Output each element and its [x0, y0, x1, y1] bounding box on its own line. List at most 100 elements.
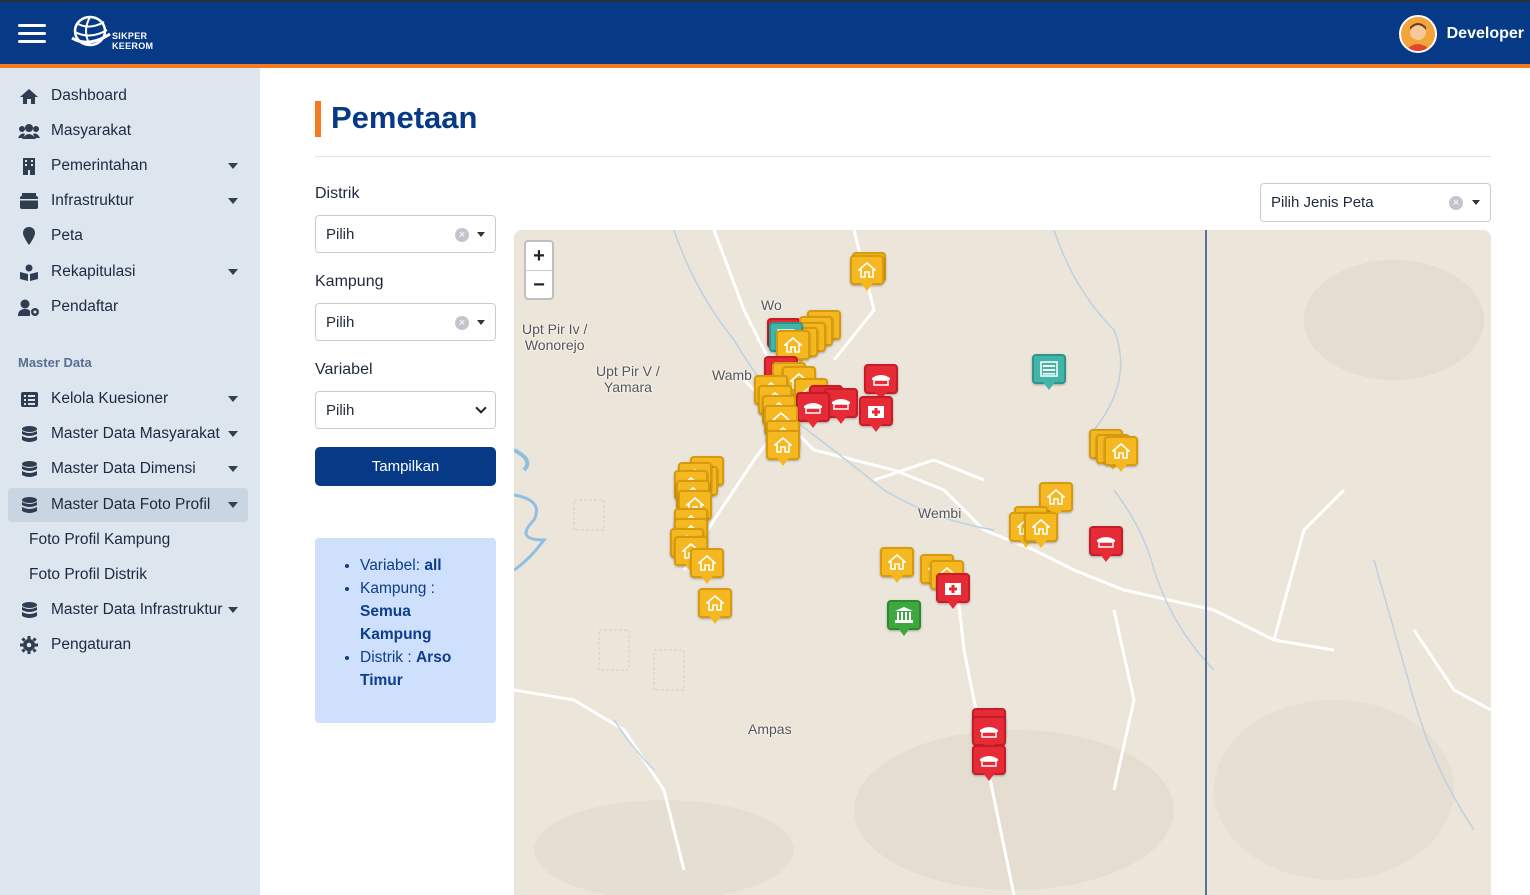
map-marker-house[interactable]	[1104, 436, 1138, 472]
marker-pointer	[891, 575, 903, 583]
sidebar-item-rekapitulasi[interactable]: Rekapitulasi	[8, 255, 248, 289]
sidebar-item-master-data-dimensi[interactable]: Master Data Dimensi	[8, 452, 248, 486]
clear-icon[interactable]: ×	[1449, 196, 1463, 210]
marker-pointer	[807, 420, 819, 428]
map-marker-health-facility[interactable]	[936, 573, 970, 609]
sidebar-item-masyarakat[interactable]: Masyarakat	[8, 114, 248, 148]
info-variabel: Variabel: all	[360, 554, 482, 577]
chevron-down-icon	[228, 269, 238, 275]
school-icon	[864, 364, 898, 394]
page-title: Pemetaan	[331, 100, 478, 135]
school-icon	[972, 716, 1006, 746]
info-distrik-label: Distrik :	[360, 649, 412, 666]
sidebar: Dashboard Masyarakat Pemerintahan Infras…	[0, 68, 260, 895]
variabel-select[interactable]: Pilih	[315, 391, 496, 429]
logo-line-2: KEEROM	[112, 41, 154, 51]
app-logo[interactable]: SIKPER KEEROM	[70, 14, 154, 54]
house-icon	[850, 255, 884, 285]
school-icon	[796, 392, 830, 422]
school-icon	[1089, 526, 1123, 556]
sidebar-item-kelola-kuesioner[interactable]: Kelola Kuesioner	[8, 382, 248, 416]
map[interactable]: + − Upt Pir Iv / Wonorejo Upt Pir V / Yama…	[514, 230, 1491, 895]
place-label: Wembi	[918, 505, 962, 521]
zoom-in-button[interactable]: +	[526, 242, 552, 270]
sidebar-item-label: Master Data Dimensi	[51, 460, 196, 477]
marker-pointer	[777, 458, 789, 466]
sidebar-item-label: Pemerintahan	[51, 157, 148, 174]
database-icon	[18, 425, 40, 443]
clear-icon[interactable]: ×	[455, 316, 469, 330]
hospital-icon	[936, 573, 970, 603]
map-marker-school[interactable]	[864, 364, 898, 400]
info-kampung: Kampung : Semua Kampung	[360, 577, 482, 646]
list-icon	[18, 390, 40, 408]
chevron-down-icon	[228, 431, 238, 437]
distrik-select[interactable]: Pilih ×	[315, 215, 496, 253]
info-panel: Variabel: all Kampung : Semua Kampung Di…	[315, 538, 496, 723]
info-kampung-label: Kampung :	[360, 580, 435, 597]
sidebar-item-label: Rekapitulasi	[51, 263, 136, 280]
sidebar-item-infrastruktur[interactable]: Infrastruktur	[8, 184, 248, 218]
sidebar-item-master-data-infrastruktur[interactable]: Master Data Infrastruktur	[8, 593, 248, 627]
zoom-control: + −	[524, 240, 554, 300]
sidebar-item-label: Peta	[51, 227, 83, 244]
dropdown-arrow-icon	[1472, 200, 1480, 205]
sidebar-item-master-data-masyarakat[interactable]: Master Data Masyarakat	[8, 417, 248, 451]
map-marker-government[interactable]	[887, 600, 921, 636]
house-icon	[1104, 436, 1138, 466]
house-icon	[690, 548, 724, 578]
menu-toggle-icon[interactable]	[18, 24, 46, 44]
map-marker-house[interactable]	[690, 548, 724, 584]
kampung-select[interactable]: Pilih ×	[315, 303, 496, 341]
marker-pointer	[701, 576, 713, 584]
sidebar-subitem-foto-profil-kampung[interactable]: Foto Profil Kampung	[29, 531, 170, 549]
sidebar-item-pendaftar[interactable]: Pendaftar	[8, 290, 248, 324]
place-label: Wo	[761, 297, 782, 313]
map-type-select[interactable]: Pilih Jenis Peta ×	[1260, 183, 1491, 222]
chevron-down-icon	[228, 396, 238, 402]
zoom-out-button[interactable]: −	[526, 270, 552, 298]
clear-icon[interactable]: ×	[455, 228, 469, 242]
map-marker-school[interactable]	[796, 392, 830, 428]
map-marker-house[interactable]	[850, 255, 884, 291]
map-marker-school[interactable]	[972, 745, 1006, 781]
map-marker-health-facility[interactable]	[859, 396, 893, 432]
sidebar-item-label: Dashboard	[51, 87, 127, 104]
marker-pointer	[983, 773, 995, 781]
map-marker-house[interactable]	[880, 547, 914, 583]
sidebar-item-pemerintahan[interactable]: Pemerintahan	[8, 149, 248, 183]
marker-pointer	[1035, 540, 1047, 548]
section-title: Master Data	[18, 355, 92, 370]
school-icon	[972, 745, 1006, 775]
top-navbar: SIKPER KEEROM Developer	[0, 0, 1530, 68]
sidebar-item-dashboard[interactable]: Dashboard	[8, 79, 248, 113]
sidebar-item-pengaturan[interactable]: Pengaturan	[8, 628, 248, 662]
place-label: Wamb	[712, 367, 752, 383]
map-terrain	[514, 230, 1491, 895]
map-marker-house[interactable]	[766, 430, 800, 466]
kampung-select-value: Pilih	[326, 314, 355, 331]
sidebar-item-label: Master Data Foto Profil	[51, 496, 211, 513]
tampilkan-button[interactable]: Tampilkan	[315, 447, 496, 486]
user-menu[interactable]: Developer	[1398, 15, 1524, 53]
sidebar-item-label: Master Data Masyarakat	[51, 425, 220, 442]
marker-pointer	[709, 616, 721, 624]
user-cog-icon	[18, 298, 40, 316]
sidebar-subitem-foto-profil-distrik[interactable]: Foto Profil Distrik	[29, 566, 147, 584]
chevron-down-icon	[228, 502, 238, 508]
chevron-down-icon	[228, 163, 238, 169]
map-marker-house[interactable]	[1024, 512, 1058, 548]
sidebar-item-peta[interactable]: Peta	[8, 219, 248, 253]
building-icon	[18, 157, 40, 175]
sidebar-item-master-data-foto-profil[interactable]: Master Data Foto Profil	[8, 488, 248, 522]
info-variabel-value: all	[424, 557, 442, 574]
map-marker-facility[interactable]	[1032, 354, 1066, 390]
house-icon	[880, 547, 914, 577]
dropdown-arrow-icon	[477, 232, 485, 237]
government-building-icon	[887, 600, 921, 630]
marker-pointer	[1043, 382, 1055, 390]
map-marker-house[interactable]	[698, 588, 732, 624]
sidebar-item-label: Pendaftar	[51, 298, 119, 315]
chevron-down-icon	[228, 466, 238, 472]
map-marker-school[interactable]	[1089, 526, 1123, 562]
